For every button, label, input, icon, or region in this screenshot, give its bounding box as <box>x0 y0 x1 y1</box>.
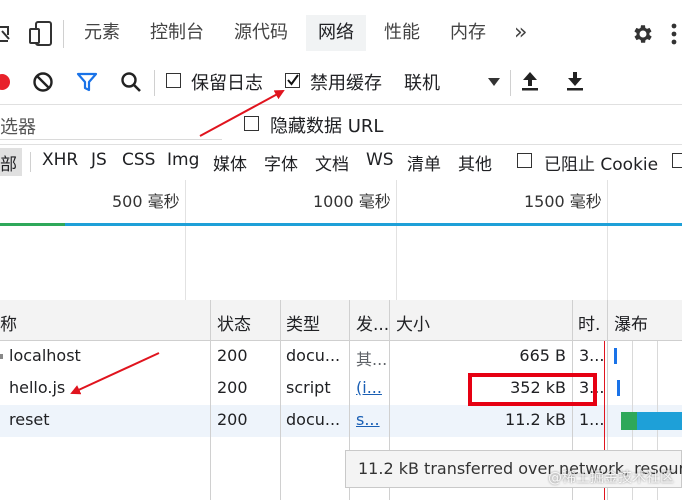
arrow-to-hello-js <box>70 352 160 395</box>
arrow-to-disable-cache <box>199 90 285 137</box>
annotation-arrows <box>70 90 285 395</box>
